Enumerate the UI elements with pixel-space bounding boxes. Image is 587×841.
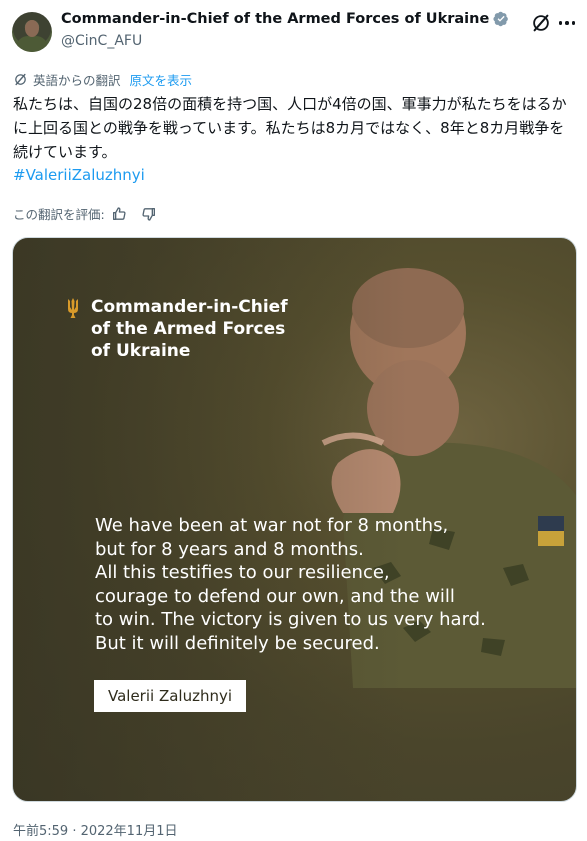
verified-badge-icon[interactable] bbox=[493, 11, 509, 27]
show-original-link[interactable]: 原文を表示 bbox=[130, 70, 193, 89]
media-brand: Commander-in-Chief of the Armed Forces o… bbox=[65, 296, 288, 362]
rate-translation-row: この翻訳を評価: bbox=[13, 204, 157, 223]
author-name-row: Commander-in-Chief of the Armed Forces o… bbox=[61, 11, 509, 27]
translation-info: 英語からの翻訳 原文を表示 bbox=[13, 70, 192, 89]
hashtag-link[interactable]: #ValeriiZaluzhnyi bbox=[13, 166, 145, 184]
media-signature: Valerii Zaluzhnyi bbox=[94, 680, 247, 712]
avatar[interactable] bbox=[12, 12, 52, 52]
translate-icon bbox=[15, 73, 26, 86]
author-display-name[interactable]: Commander-in-Chief of the Armed Forces o… bbox=[61, 11, 489, 27]
more-icon[interactable] bbox=[555, 12, 579, 34]
tweet-header: Commander-in-Chief of the Armed Forces o… bbox=[0, 0, 587, 66]
thumbs-up-icon[interactable] bbox=[111, 206, 127, 222]
translation-source-label: 英語からの翻訳 bbox=[33, 73, 121, 88]
media-quote: We have been at war not for 8 months, bu… bbox=[95, 515, 486, 654]
grok-icon[interactable] bbox=[530, 12, 552, 34]
media-brand-text: Commander-in-Chief of the Armed Forces o… bbox=[91, 297, 288, 361]
rate-translation-label: この翻訳を評価: bbox=[13, 207, 105, 222]
tweet-timestamp[interactable]: 午前5:59 · 2022年11月1日 bbox=[13, 820, 178, 839]
tweet-text: 私たちは、自国の28倍の面積を持つ国、人口が4倍の国、軍事力が私たちをはるかに上… bbox=[13, 95, 567, 161]
trident-icon bbox=[68, 298, 78, 318]
thumbs-down-icon[interactable] bbox=[141, 206, 157, 222]
tweet-media-image[interactable]: Commander-in-Chief of the Armed Forces o… bbox=[12, 237, 577, 802]
author-handle[interactable]: @CinC_AFU bbox=[61, 33, 142, 49]
